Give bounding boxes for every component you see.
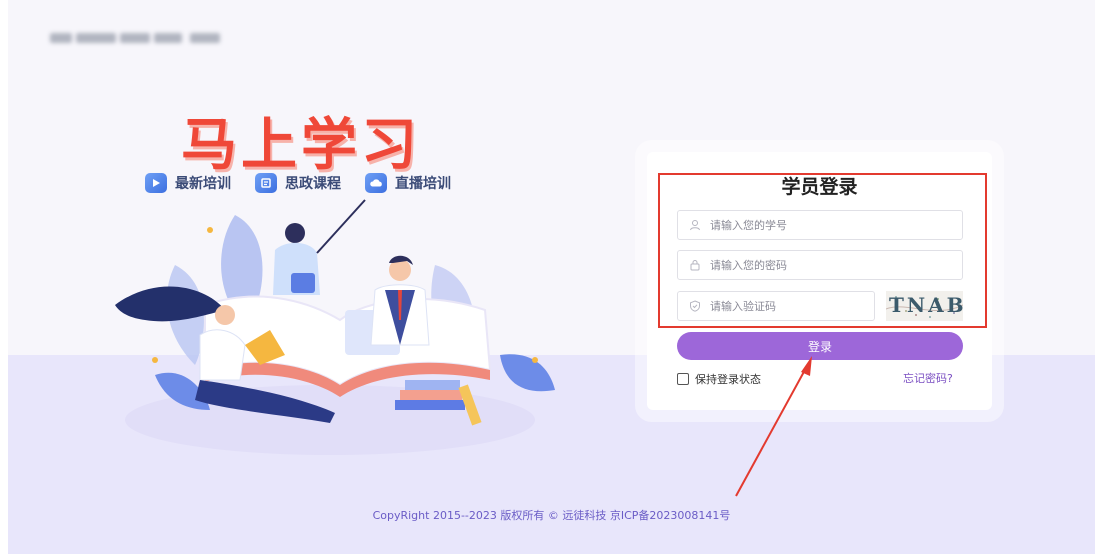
feature-latest-training[interactable]: 最新培训 bbox=[145, 173, 231, 193]
document-edit-icon bbox=[255, 173, 277, 193]
study-illustration bbox=[115, 199, 555, 455]
brand-title: 马上学习 bbox=[181, 113, 421, 178]
feature-label: 思政课程 bbox=[285, 176, 341, 192]
cloud-icon bbox=[365, 173, 387, 193]
login-button[interactable]: 登录 bbox=[677, 332, 963, 360]
remember-checkbox[interactable] bbox=[677, 373, 689, 385]
login-page: 马上学习 最新培训 思政课程 直播培训 学员登录 请输入您的学号 请输入验证码 … bbox=[0, 0, 1103, 557]
annotation-highlight-box bbox=[658, 173, 987, 328]
remember-label: 保持登录状态 bbox=[695, 373, 761, 386]
footer-copyright: CopyRight 2015--2023 版权所有 © 远徒科技 京ICP备20… bbox=[372, 509, 731, 522]
remember-login[interactable]: 保持登录状态 bbox=[677, 371, 761, 387]
forgot-password-link[interactable]: 忘记密码? bbox=[903, 370, 953, 386]
play-icon bbox=[145, 173, 167, 193]
feature-label: 最新培训 bbox=[175, 176, 231, 192]
blurred-logo bbox=[50, 30, 220, 48]
feature-ideology-course[interactable]: 思政课程 bbox=[255, 173, 341, 193]
feature-list: 最新培训 思政课程 直播培训 bbox=[145, 173, 451, 193]
feature-label: 直播培训 bbox=[395, 176, 451, 192]
feature-live-training[interactable]: 直播培训 bbox=[365, 173, 451, 193]
